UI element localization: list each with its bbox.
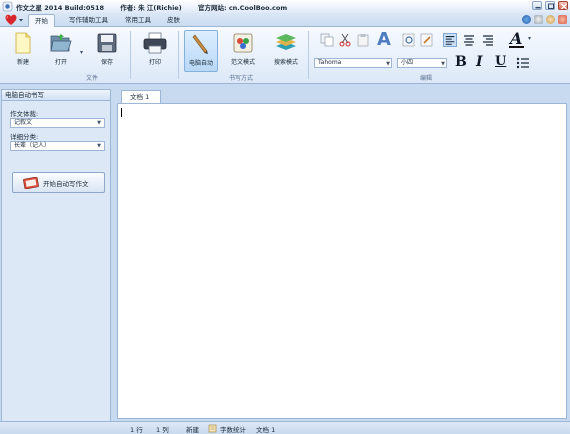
start-button-label: 开始自动写作文 <box>43 179 89 188</box>
auto-write-button[interactable]: 电脑自动 <box>184 30 218 72</box>
font-size-value: 小四 <box>401 59 414 66</box>
new-file-icon <box>15 32 31 54</box>
open-folder-icon <box>50 34 72 52</box>
font-color-button[interactable]: A <box>508 29 528 49</box>
template-icon <box>233 33 253 53</box>
maximize-icon <box>548 3 554 9</box>
chevron-down-icon[interactable] <box>19 18 23 22</box>
save-disk-icon <box>97 33 117 53</box>
category-select[interactable]: 长辈（记人） ▼ <box>10 141 105 151</box>
minimize-icon <box>535 7 541 9</box>
find-icon[interactable] <box>402 33 416 47</box>
paste-icon[interactable] <box>356 33 370 47</box>
document-tab[interactable]: 文档 1 <box>121 90 161 104</box>
user-icon[interactable] <box>546 15 555 24</box>
print-button[interactable]: 打印 <box>138 30 172 72</box>
new-label: 新建 <box>16 59 29 66</box>
tab-writing-tools[interactable]: 写作辅助工具 <box>63 14 114 27</box>
replace-icon[interactable] <box>420 33 434 47</box>
align-center-icon[interactable] <box>462 33 476 47</box>
chevron-down-icon: ▼ <box>97 143 101 149</box>
underline-button[interactable]: U <box>495 54 506 69</box>
search-mode-button[interactable]: 搜索模式 <box>269 30 303 72</box>
auto-write-label: 电脑自动 <box>188 60 213 67</box>
new-button[interactable]: 新建 <box>6 30 40 72</box>
copy-icon[interactable] <box>320 33 334 47</box>
file-group-label: 文件 <box>86 75 99 82</box>
font-style-a-icon[interactable]: A <box>377 29 391 50</box>
title-bar: 作文之星 2014 Build:0518 作者: 朱 江(Richie) 官方网… <box>0 0 570 13</box>
font-color-dropdown-icon[interactable]: ▾ <box>528 35 531 42</box>
ribbon: 新建 打开 ▾ 保存 打印 文件 电脑自动 范文模式 搜索模式 书写方式 A A… <box>0 27 570 84</box>
editor-area[interactable] <box>117 103 567 419</box>
genre-select[interactable]: 记叙文 ▼ <box>10 118 105 128</box>
word-count-icon[interactable] <box>208 424 217 433</box>
close-icon <box>561 3 567 10</box>
books-icon <box>276 34 296 50</box>
maximize-button[interactable] <box>545 1 555 10</box>
author-text: 作者: 朱 江(Richie) <box>120 3 182 12</box>
app-name: 作文之星 2014 Build:0518 <box>16 3 104 12</box>
chevron-down-icon: ▼ <box>97 120 101 126</box>
cut-icon[interactable] <box>338 33 352 47</box>
document-tab-strip: 文档 1 <box>117 89 567 104</box>
print-label: 打印 <box>148 59 161 66</box>
website-text: 官方网站: cn.CoolBoo.com <box>197 3 288 12</box>
tab-start[interactable]: 开始 <box>28 14 55 27</box>
open-button[interactable]: 打开 <box>44 30 78 72</box>
panel-title: 电脑自动书写 <box>2 90 110 101</box>
home-icon[interactable] <box>558 15 567 24</box>
text-caret <box>121 108 122 117</box>
open-label: 打开 <box>54 59 67 66</box>
font-size-select[interactable]: 小四 ▼ <box>397 58 447 68</box>
start-auto-write-button[interactable]: 开始自动写作文 <box>12 172 105 193</box>
minimize-button[interactable] <box>532 1 542 10</box>
template-mode-button[interactable]: 范文模式 <box>226 30 260 72</box>
font-name-value: Tahoma <box>318 59 342 66</box>
pen-icon <box>192 34 208 54</box>
window-title: 作文之星 2014 Build:0518 作者: 朱 江(Richie) 官方网… <box>16 2 301 12</box>
save-button[interactable]: 保存 <box>90 30 124 72</box>
category-label: 详细分类: <box>10 133 39 141</box>
italic-button[interactable]: I <box>476 54 483 70</box>
genre-label: 作文体裁: <box>10 110 39 118</box>
category-value: 长辈（记人） <box>14 142 51 149</box>
font-color-swatch <box>509 46 524 48</box>
status-line: 1 行 <box>130 426 143 434</box>
status-col: 1 列 <box>156 426 169 434</box>
bold-button[interactable]: B <box>455 54 467 70</box>
template-mode-label: 范文模式 <box>230 59 255 66</box>
status-doc: 文档 1 <box>256 426 276 434</box>
align-right-icon[interactable] <box>481 33 495 47</box>
help-icon[interactable] <box>522 15 531 24</box>
search-mode-label: 搜索模式 <box>273 59 298 66</box>
chevron-down-icon: ▼ <box>386 61 390 67</box>
open-dropdown-icon[interactable]: ▾ <box>80 49 83 56</box>
mode-group-label: 书写方式 <box>229 75 254 82</box>
menu-tab-row: 开始 写作辅助工具 常用工具 皮肤 <box>0 13 570 27</box>
status-mode: 新建 <box>186 426 199 434</box>
tab-common-tools[interactable]: 常用工具 <box>119 14 157 27</box>
edit-group-label: 编辑 <box>420 75 433 82</box>
close-button[interactable] <box>558 1 568 10</box>
status-bar: 1 行 1 列 新建 字数统计 文档 1 <box>0 421 570 434</box>
tab-skin[interactable]: 皮肤 <box>161 14 186 27</box>
writing-pad-icon <box>23 176 39 189</box>
heart-menu-icon[interactable] <box>5 14 17 26</box>
align-left-icon[interactable] <box>443 33 457 47</box>
printer-icon <box>143 32 167 54</box>
font-name-select[interactable]: Tahoma ▼ <box>314 58 392 68</box>
auto-write-panel: 电脑自动书写 作文体裁: 记叙文 ▼ 详细分类: 长辈（记人） ▼ 开始自动写作… <box>1 89 111 422</box>
genre-value: 记叙文 <box>14 119 33 126</box>
save-label: 保存 <box>100 59 113 66</box>
chevron-down-icon: ▼ <box>441 61 445 67</box>
settings-icon[interactable] <box>534 15 543 24</box>
status-word-count[interactable]: 字数统计 <box>220 424 246 434</box>
app-logo-icon <box>2 1 13 12</box>
bullet-list-icon[interactable] <box>516 57 530 69</box>
